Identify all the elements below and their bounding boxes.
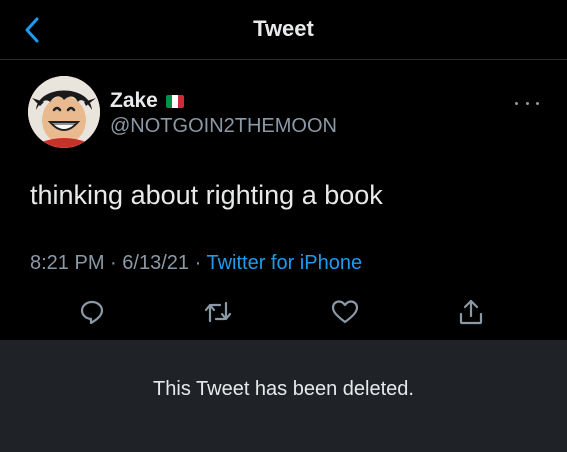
deleted-tweet-banner: This Tweet has been deleted. [0, 340, 567, 452]
reply-icon [80, 300, 104, 325]
author-handle[interactable]: @NOTGOIN2THEMOON [110, 115, 337, 138]
meta-separator: · [110, 252, 117, 274]
share-icon [459, 299, 483, 325]
tweet-time: 8:21 PM [30, 252, 105, 274]
tweet-text: thinking about righting a book [30, 180, 383, 210]
heart-icon [331, 300, 359, 324]
share-button[interactable] [455, 296, 487, 328]
retweet-button[interactable] [202, 296, 234, 328]
tweet-source-link[interactable]: Twitter for iPhone [206, 252, 362, 274]
top-bar: Tweet [0, 0, 567, 60]
more-dot-icon [525, 101, 529, 105]
like-button[interactable] [329, 296, 361, 328]
deleted-notice: This Tweet has been deleted. [153, 378, 414, 400]
tweet-date: 6/13/21 [122, 252, 190, 274]
more-options-button[interactable] [515, 98, 539, 108]
tweet-meta: 8:21 PM · 6/13/21 · Twitter for iPhone [30, 252, 362, 275]
meta-separator: · [194, 252, 202, 274]
reply-button[interactable] [76, 296, 108, 328]
profile-picture [28, 76, 100, 148]
page-title: Tweet [253, 16, 314, 41]
retweet-icon [204, 301, 232, 323]
italy-flag-icon [165, 94, 184, 108]
author-name[interactable]: Zake [110, 89, 184, 113]
avatar[interactable] [28, 76, 100, 148]
more-dot-icon [515, 101, 518, 105]
author-display-name: Zake [110, 89, 158, 112]
more-dot-icon [536, 101, 539, 105]
